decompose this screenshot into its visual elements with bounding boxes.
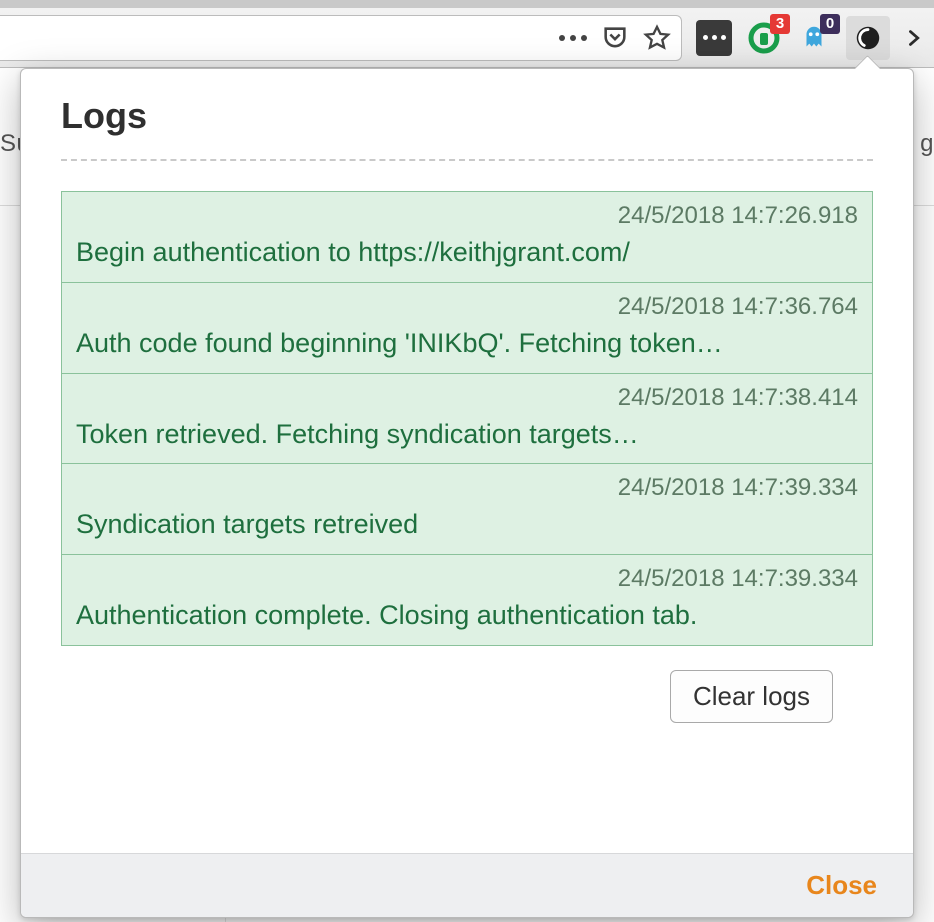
page-actions-icon[interactable]	[559, 35, 587, 41]
bg-tab-fragment-right: g	[920, 130, 934, 158]
log-entry: 24/5/2018 14:7:26.918 Begin authenticati…	[62, 192, 872, 282]
popup-body: Logs 24/5/2018 14:7:26.918 Begin authent…	[21, 69, 913, 853]
log-message: Syndication targets retreived	[76, 508, 858, 542]
pocket-icon[interactable]	[601, 24, 629, 52]
log-message: Auth code found beginning 'INIKbQ'. Fetc…	[76, 327, 858, 361]
log-entry: 24/5/2018 14:7:39.334 Syndication target…	[62, 463, 872, 554]
popup-actions: Clear logs	[61, 646, 873, 743]
url-bar[interactable]	[0, 15, 682, 61]
window-chrome-top	[0, 0, 934, 8]
browser-toolbar: 3 0	[0, 8, 934, 68]
log-list: 24/5/2018 14:7:26.918 Begin authenticati…	[61, 191, 873, 646]
ghostery-badge: 0	[820, 14, 840, 34]
ublock-badge: 3	[770, 14, 790, 34]
log-timestamp: 24/5/2018 14:7:36.764	[76, 293, 858, 321]
omnibear-extension-icon[interactable]	[846, 16, 890, 60]
bookmark-star-icon[interactable]	[643, 24, 671, 52]
close-link[interactable]: Close	[806, 870, 877, 901]
log-timestamp: 24/5/2018 14:7:26.918	[76, 202, 858, 230]
log-timestamp: 24/5/2018 14:7:39.334	[76, 565, 858, 593]
log-entry: 24/5/2018 14:7:39.334 Authentication com…	[62, 554, 872, 645]
extensions-strip: 3 0	[696, 16, 934, 60]
clear-logs-button[interactable]: Clear logs	[670, 670, 833, 723]
toolbar-overflow-icon[interactable]	[904, 20, 926, 56]
popup-footer: Close	[21, 853, 913, 917]
log-timestamp: 24/5/2018 14:7:39.334	[76, 474, 858, 502]
log-entry: 24/5/2018 14:7:38.414 Token retrieved. F…	[62, 373, 872, 464]
log-message: Authentication complete. Closing authent…	[76, 599, 858, 633]
title-divider	[61, 159, 873, 161]
log-entry: 24/5/2018 14:7:36.764 Auth code found be…	[62, 282, 872, 373]
popup-title: Logs	[61, 95, 873, 137]
log-message: Token retrieved. Fetching syndication ta…	[76, 418, 858, 452]
ublock-extension-icon[interactable]: 3	[746, 20, 782, 56]
ghostery-extension-icon[interactable]: 0	[796, 20, 832, 56]
log-message: Begin authentication to https://keithjgr…	[76, 236, 858, 270]
log-timestamp: 24/5/2018 14:7:38.414	[76, 384, 858, 412]
extension-popup: Logs 24/5/2018 14:7:26.918 Begin authent…	[20, 68, 914, 918]
lastpass-extension-icon[interactable]	[696, 20, 732, 56]
